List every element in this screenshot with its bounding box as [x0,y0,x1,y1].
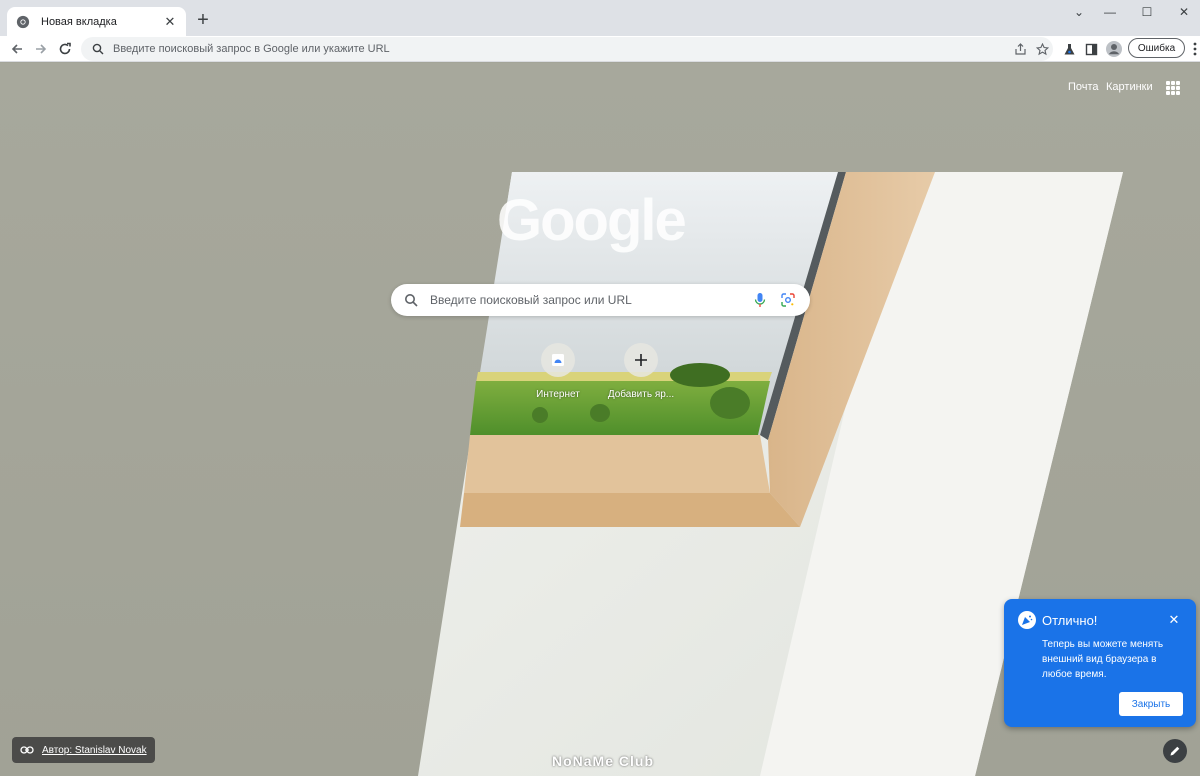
shortcut-tile[interactable]: Интернет [518,343,598,400]
reload-button[interactable] [54,38,76,60]
customize-button[interactable] [1163,739,1187,763]
profile-error-button[interactable]: Ошибка [1128,38,1185,58]
mail-link[interactable]: Почта [1068,81,1099,93]
side-panel-icon[interactable] [1080,38,1102,60]
tab-strip: Новая вкладка ✕ + ⌄ — ☐ ✕ [0,0,1200,36]
shortcut-label: Интернет [536,389,580,400]
arrow-left-icon [11,44,22,54]
window-close-button[interactable]: ✕ [1166,0,1200,24]
shortcut-favicon [541,343,575,377]
microphone-icon[interactable] [748,288,772,312]
bookmark-star-icon[interactable] [1031,38,1053,60]
tab-new-tab[interactable]: Новая вкладка ✕ [7,7,186,36]
google-lens-icon[interactable] [776,288,800,312]
back-button[interactable] [6,38,28,60]
add-shortcut-label: Добавить яр... [607,389,675,400]
chrome-icon [15,14,31,30]
close-icon[interactable]: ✕ [1166,612,1182,628]
menu-kebab-icon[interactable] [1184,38,1200,60]
maximize-button[interactable]: ☐ [1129,0,1165,24]
address-bar-placeholder: Введите поисковый запрос в Google или ук… [113,43,390,55]
share-icon[interactable] [1009,38,1031,60]
minimize-button[interactable]: — [1092,0,1128,24]
search-icon [91,42,105,56]
forward-button[interactable] [30,38,52,60]
search-icon [405,294,418,307]
labs-flask-icon[interactable] [1058,38,1080,60]
link-icon [20,743,34,757]
ntp-search-placeholder: Введите поисковый запрос или URL [430,293,632,307]
new-tab-button[interactable]: + [192,9,214,31]
author-link[interactable]: Автор: Stanislav Novak [42,745,147,756]
images-link[interactable]: Картинки [1106,81,1153,93]
google-logo: Google [497,188,687,253]
watermark-text: NoNaMe Club [552,753,654,769]
close-icon[interactable]: ✕ [162,14,178,30]
bubble-title: Отлично! [1042,612,1098,628]
tab-title: Новая вкладка [41,15,117,28]
celebration-icon [1018,611,1036,629]
bubble-body: Теперь вы можете менять внешний вид брау… [1042,639,1164,680]
background-author-chip[interactable]: Автор: Stanislav Novak [12,737,155,763]
pencil-icon [1170,746,1180,756]
apps-grid-icon[interactable] [1166,81,1180,95]
customize-promo-bubble: Отлично! ✕ Теперь вы можете менять внешн… [1004,599,1196,727]
bubble-close-button[interactable]: Закрыть [1119,692,1183,716]
address-bar[interactable]: Введите поисковый запрос в Google или ук… [81,37,1053,61]
ntp-search-box[interactable]: Введите поисковый запрос или URL [391,284,810,316]
profile-avatar[interactable] [1103,38,1125,60]
add-shortcut-tile[interactable]: Добавить яр... [601,343,681,400]
web-page-icon [552,354,564,366]
plus-icon [624,343,658,377]
toolbar: Введите поисковый запрос в Google или ук… [0,36,1200,62]
reload-icon [59,42,71,55]
arrow-right-icon [36,44,47,54]
